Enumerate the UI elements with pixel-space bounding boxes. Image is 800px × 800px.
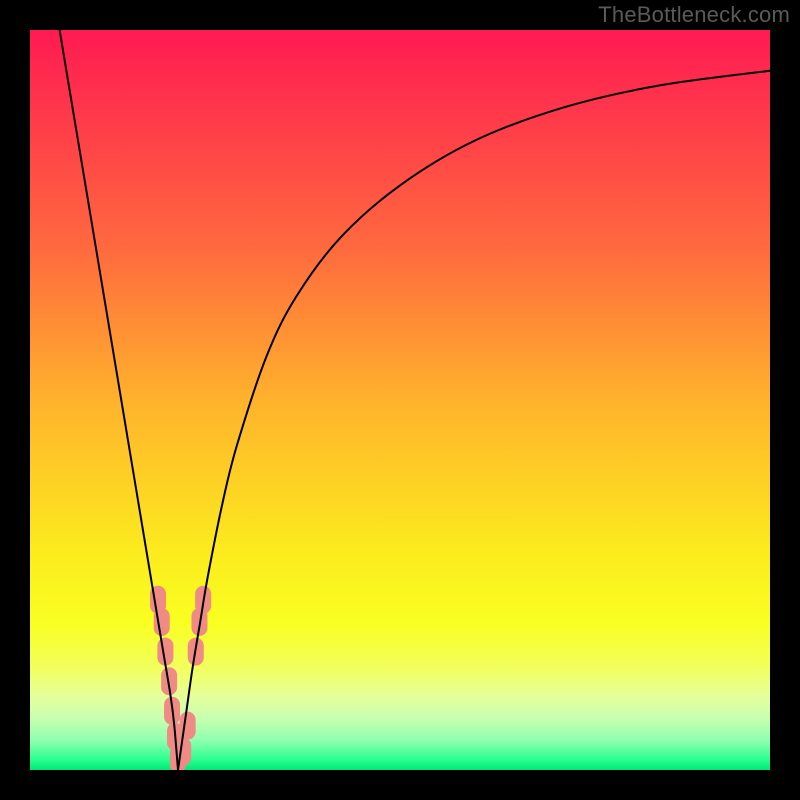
chart-frame: TheBottleneck.com bbox=[0, 0, 800, 800]
watermark-text: TheBottleneck.com bbox=[598, 2, 790, 28]
right-branch-curve bbox=[178, 71, 770, 770]
plot-area bbox=[30, 30, 770, 770]
curve-layer bbox=[30, 30, 770, 770]
